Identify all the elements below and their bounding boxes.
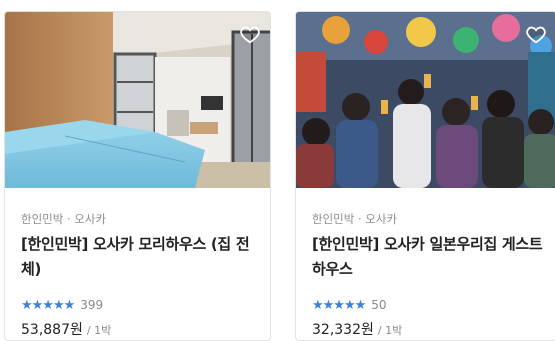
heart-icon[interactable] [239, 23, 261, 45]
listing-rating: ★★★★★ 50 [312, 297, 387, 313]
price-value: 53,887원 [21, 322, 83, 338]
listing-card-mori-house[interactable]: 한인민박 · 오사카 [한인민박] 오사카 모리하우스 (집 전체) ★★★★★… [4, 11, 271, 341]
listing-photo-room[interactable] [5, 12, 270, 188]
star-rating-icon: ★★★★★ [312, 297, 366, 313]
listing-photo-party[interactable] [296, 12, 555, 188]
heart-icon[interactable] [525, 23, 547, 45]
price-value: 32,332원 [312, 322, 374, 338]
listing-title[interactable]: [한인민박] 오사카 일본우리집 게스트하우스 [312, 232, 552, 282]
review-count: 50 [371, 298, 387, 312]
price-unit: / 1박 [377, 324, 403, 337]
price-unit: / 1박 [86, 324, 112, 337]
listing-price: 53,887원/ 1박 [21, 319, 111, 339]
star-rating-icon: ★★★★★ [21, 297, 75, 313]
listing-card-nihon-urizip[interactable]: 한인민박 · 오사카 [한인민박] 오사카 일본우리집 게스트하우스 ★★★★★… [295, 11, 555, 341]
listing-price: 32,332원/ 1박 [312, 319, 402, 339]
listing-category: 한인민박 · 오사카 [21, 212, 107, 226]
review-count: 399 [80, 298, 104, 312]
listing-rating: ★★★★★ 399 [21, 297, 103, 313]
listing-category: 한인민박 · 오사카 [312, 212, 398, 226]
listing-title[interactable]: [한인민박] 오사카 모리하우스 (집 전체) [21, 232, 261, 282]
